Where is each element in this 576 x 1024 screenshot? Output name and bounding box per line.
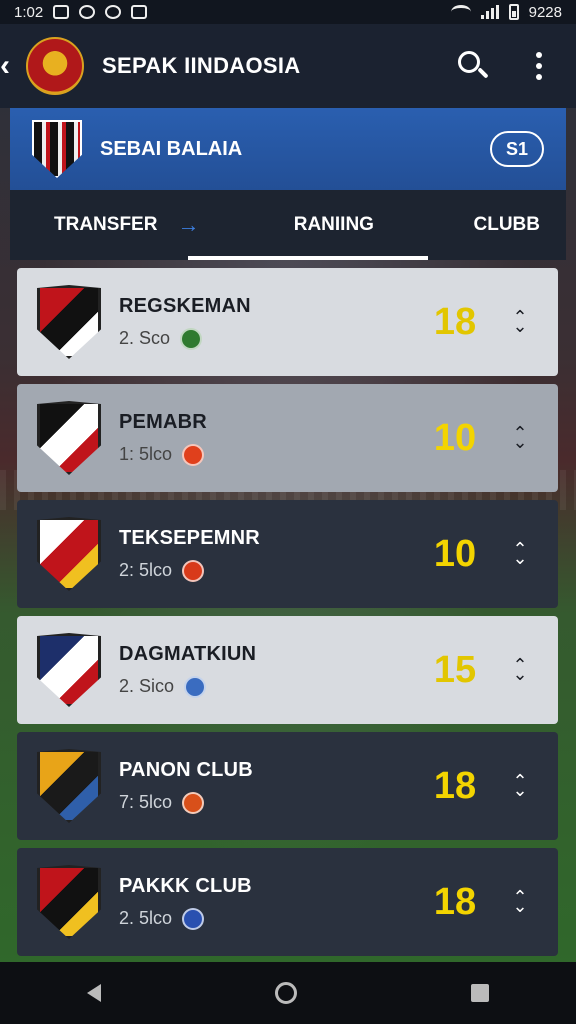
small-badge-icon: [182, 559, 205, 582]
app-notification-icon: [79, 5, 96, 19]
club-logo: [37, 401, 101, 475]
list-item[interactable]: REGSKEMAN 2. Sco 18 ⌃ ⌄: [17, 268, 558, 376]
club-item-score-label: 2. 5lco: [119, 908, 173, 928]
club-name: SEBAI BALAIA: [100, 137, 243, 160]
chevron-left-icon[interactable]: ‹: [0, 49, 16, 83]
tab-transfer[interactable]: TRANSFER →: [54, 190, 274, 260]
club-logo: [37, 749, 101, 823]
club-logo: [37, 865, 101, 939]
small-badge-icon: [184, 675, 207, 698]
club-item-score-label: 2. Sico: [119, 676, 175, 696]
app-bar: ‹ SEPAK IINDAOSIA: [0, 24, 576, 108]
list-item[interactable]: PEMABR 1: 5lco 10 ⌃ ⌄: [17, 384, 558, 492]
search-icon[interactable]: [456, 49, 490, 83]
club-item-points: 18: [433, 880, 477, 923]
nav-home-icon[interactable]: [275, 982, 297, 1004]
tab-ranking-label: RANIING: [293, 214, 374, 235]
club-item-points: 18: [433, 300, 477, 343]
club-item-score-label: 7: 5lco: [119, 792, 173, 812]
club-item-name: PAKKK CLUB: [119, 874, 252, 897]
signal-icon: [480, 5, 499, 19]
battery-icon: [508, 4, 519, 20]
list-item[interactable]: TEKSEPEMNR 2: 5lco 10 ⌃ ⌄: [17, 500, 558, 608]
list-item[interactable]: PANON CLUB 7: 5lco 18 ⌃ ⌄: [17, 732, 558, 840]
expand-icon[interactable]: ⌃ ⌄: [500, 888, 540, 915]
status-time: 1:02: [14, 3, 44, 21]
club-item-points: 15: [433, 648, 477, 691]
expand-icon[interactable]: ⌃ ⌄: [500, 772, 540, 799]
tab-ranking[interactable]: RANIING: [187, 190, 474, 260]
small-badge-icon: [182, 907, 205, 930]
expand-icon[interactable]: ⌃ ⌄: [500, 424, 540, 451]
club-item-score-label: 1: 5lco: [119, 444, 173, 464]
small-badge-icon: [182, 443, 205, 466]
nav-recents-icon[interactable]: [471, 984, 489, 1002]
app-title: SEPAK IINDAOSIA: [102, 53, 301, 78]
tab-club[interactable]: CLUBB: [474, 190, 541, 260]
federation-crest: [26, 37, 84, 95]
club-item-name: PANON CLUB: [119, 758, 253, 781]
status-clock: 9228: [528, 3, 562, 21]
club-badge-button[interactable]: S1: [490, 131, 544, 167]
club-shield-logo: [32, 120, 82, 178]
download-notification-icon: [131, 5, 148, 19]
system-nav-bar: [0, 962, 576, 1024]
club-item-points: 10: [433, 416, 477, 459]
wifi-icon: [450, 5, 471, 19]
tab-club-label: CLUBB: [473, 214, 541, 235]
list-item[interactable]: DAGMATKIUN 2. Sico 15 ⌃ ⌄: [17, 616, 558, 724]
club-item-name: TEKSEPEMNR: [119, 526, 260, 549]
club-item-score-label: 2. Sco: [119, 328, 171, 348]
notification-icon: [53, 5, 70, 19]
settings-notification-icon: [105, 5, 122, 19]
club-logo: [37, 517, 101, 591]
tab-bar: TRANSFER → RANIING CLUBB: [10, 190, 566, 260]
club-item-points: 10: [433, 532, 477, 575]
small-badge-icon: [180, 327, 203, 350]
ranking-list: REGSKEMAN 2. Sco 18 ⌃ ⌄ PEMABR 1: 5lco 10…: [17, 268, 558, 964]
list-item[interactable]: PAKKK CLUB 2. 5lco 18 ⌃ ⌄: [17, 848, 558, 956]
expand-icon[interactable]: ⌃ ⌄: [500, 656, 540, 683]
club-logo: [37, 285, 101, 359]
club-item-name: REGSKEMAN: [119, 294, 251, 317]
club-banner[interactable]: SEBAI BALAIA S1: [10, 108, 566, 190]
nav-back-icon[interactable]: [87, 984, 101, 1002]
expand-icon[interactable]: ⌃ ⌄: [500, 540, 540, 567]
club-item-name: PEMABR: [119, 410, 207, 433]
status-bar: 1:02 9228: [0, 0, 576, 24]
arrow-right-icon: →: [177, 212, 200, 237]
club-item-score-label: 2: 5lco: [119, 560, 173, 580]
expand-icon[interactable]: ⌃ ⌄: [500, 308, 540, 335]
club-item-points: 18: [433, 764, 477, 807]
tab-transfer-label: TRANSFER: [54, 214, 158, 235]
club-item-name: DAGMATKIUN: [119, 642, 257, 665]
more-vertical-icon[interactable]: [524, 52, 554, 80]
club-logo: [37, 633, 101, 707]
small-badge-icon: [182, 791, 205, 814]
